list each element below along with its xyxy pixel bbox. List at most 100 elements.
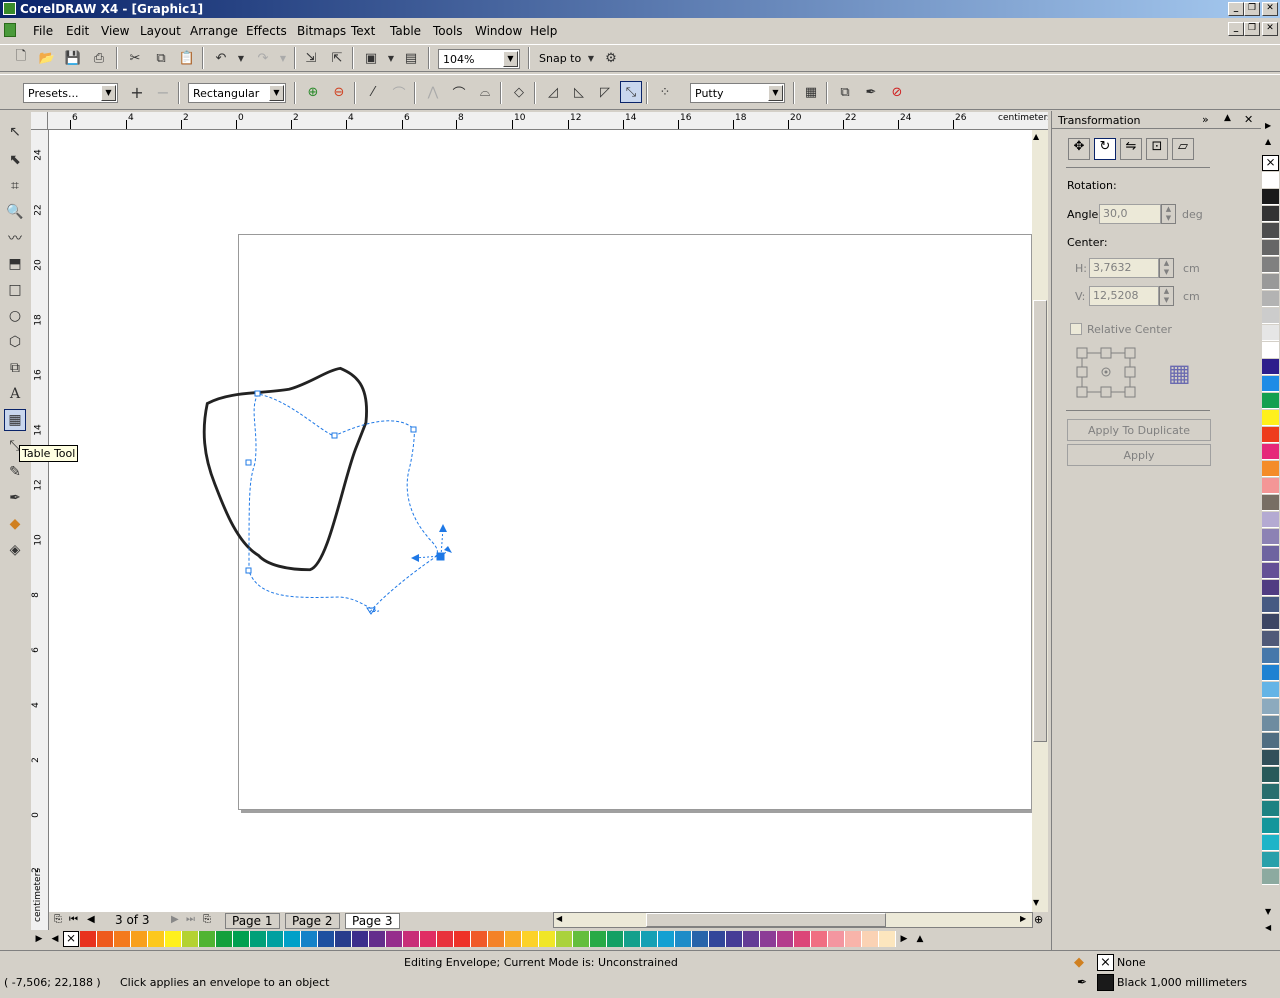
- zoom-levels-combo[interactable]: 104% ▼: [438, 49, 520, 69]
- color-swatch[interactable]: [369, 931, 386, 947]
- paste-icon[interactable]: 📋: [176, 47, 198, 69]
- color-swatch[interactable]: [641, 931, 658, 947]
- copy-icon[interactable]: ⧉: [150, 47, 172, 69]
- no-color-swatch[interactable]: ⨯: [63, 931, 79, 947]
- color-swatch[interactable]: [1262, 495, 1279, 511]
- color-swatch[interactable]: [726, 931, 743, 947]
- menu-bitmaps[interactable]: Bitmaps: [297, 24, 346, 38]
- palette-expand-icon[interactable]: ▲: [912, 934, 928, 944]
- scroll-left-icon[interactable]: ◀: [556, 914, 562, 923]
- anchor-grid[interactable]: [1074, 347, 1138, 399]
- color-swatch[interactable]: [539, 931, 556, 947]
- doc-close-button[interactable]: ✕: [1262, 22, 1278, 36]
- import-icon[interactable]: ⇲: [300, 47, 322, 69]
- menu-layout[interactable]: Layout: [140, 24, 181, 38]
- color-swatch[interactable]: [216, 931, 233, 947]
- delete-nodes-icon[interactable]: ⊖: [328, 81, 350, 103]
- color-swatch[interactable]: [148, 931, 165, 947]
- color-swatch[interactable]: [1262, 750, 1279, 766]
- color-swatch[interactable]: [1262, 189, 1279, 205]
- keep-lines-icon[interactable]: ▦: [800, 81, 822, 103]
- menu-arrange[interactable]: Arrange: [190, 24, 238, 38]
- color-swatch[interactable]: [352, 931, 369, 947]
- menu-window[interactable]: Window: [475, 24, 522, 38]
- palette-scroll-up-icon[interactable]: ▲: [1265, 137, 1271, 146]
- color-swatch[interactable]: [301, 931, 318, 947]
- color-swatch[interactable]: [1262, 291, 1279, 307]
- tab-page-1[interactable]: Page 1: [225, 913, 280, 929]
- palette-scroll-down-icon[interactable]: ▼: [1265, 907, 1271, 916]
- close-docker-icon[interactable]: ✕: [1244, 113, 1253, 126]
- menu-text[interactable]: Text: [351, 24, 375, 38]
- rectangle-tool-icon[interactable]: □: [4, 279, 26, 301]
- undo-icon[interactable]: ↶: [210, 47, 232, 69]
- add-nodes-icon[interactable]: ⊕: [302, 81, 324, 103]
- new-icon[interactable]: 🗋: [10, 47, 32, 69]
- color-swatch[interactable]: [250, 931, 267, 947]
- color-swatch[interactable]: [1262, 478, 1279, 494]
- add-page-before-icon[interactable]: ⎘: [54, 914, 62, 925]
- zoom-tool-icon[interactable]: 🔍: [4, 201, 26, 223]
- color-swatch[interactable]: [80, 931, 97, 947]
- color-swatch[interactable]: [1262, 427, 1279, 443]
- tab-page-2[interactable]: Page 2: [285, 913, 340, 929]
- palette-menu-icon[interactable]: ▶: [31, 934, 47, 944]
- cut-icon[interactable]: ✂: [124, 47, 146, 69]
- center-v-input[interactable]: 12,5208: [1089, 286, 1159, 306]
- center-h-input[interactable]: 3,7632: [1089, 258, 1159, 278]
- mapping-mode-combo[interactable]: Putty ▼: [690, 83, 785, 103]
- apply-to-duplicate-button[interactable]: Apply To Duplicate: [1067, 419, 1211, 441]
- add-preset-icon[interactable]: +: [126, 81, 148, 103]
- color-swatch[interactable]: [420, 931, 437, 947]
- outline-tool-icon[interactable]: ✒: [4, 487, 26, 509]
- horizontal-scrollbar[interactable]: ◀ ▶: [553, 912, 1033, 928]
- position-tab-icon[interactable]: ✥: [1068, 138, 1090, 160]
- vertical-scrollbar[interactable]: ▲ ▼: [1032, 130, 1048, 912]
- envelope-straight-line-icon[interactable]: ◇: [508, 81, 530, 103]
- color-swatch[interactable]: [1262, 614, 1279, 630]
- next-page-icon[interactable]: ▶: [171, 914, 179, 925]
- envelope-double-arc-icon[interactable]: ◺: [568, 81, 590, 103]
- color-swatch[interactable]: [1262, 665, 1279, 681]
- smooth-node-icon[interactable]: ⌒: [448, 81, 470, 103]
- scale-mirror-tab-icon[interactable]: ⇋: [1120, 138, 1142, 160]
- redo-dropdown-icon[interactable]: ▼: [272, 47, 294, 69]
- color-swatch[interactable]: [760, 931, 777, 947]
- color-swatch[interactable]: [1262, 784, 1279, 800]
- print-icon[interactable]: ⎙: [88, 47, 110, 69]
- crop-tool-icon[interactable]: ⌗: [4, 175, 26, 197]
- export-icon[interactable]: ⇱: [326, 47, 348, 69]
- no-color-swatch[interactable]: ⨯: [1262, 155, 1279, 171]
- ruler-origin[interactable]: [31, 112, 48, 130]
- symmetrical-node-icon[interactable]: ⌓: [474, 81, 496, 103]
- prev-page-icon[interactable]: ◀: [87, 914, 95, 925]
- polygon-tool-icon[interactable]: ⬡: [4, 331, 26, 353]
- color-swatch[interactable]: [862, 931, 879, 947]
- text-tool-icon[interactable]: A: [4, 383, 26, 405]
- palette-scroll-left-icon[interactable]: ◀: [47, 934, 63, 944]
- color-swatch[interactable]: [1262, 580, 1279, 596]
- freehand-tool-icon[interactable]: 〰: [4, 227, 26, 249]
- vertical-ruler[interactable]: 24 22 20 18 16 14 12 10 8 6 4 2 0 2 centimeters: [31, 130, 49, 930]
- first-page-icon[interactable]: ⏮: [69, 914, 78, 925]
- fill-tool-icon[interactable]: ◆: [4, 513, 26, 535]
- color-swatch[interactable]: [488, 931, 505, 947]
- color-swatch[interactable]: [1262, 274, 1279, 290]
- last-page-icon[interactable]: ⏭: [186, 914, 195, 925]
- open-icon[interactable]: 📂: [36, 47, 58, 69]
- color-swatch[interactable]: [267, 931, 284, 947]
- chevron-down-icon[interactable]: ▼: [269, 85, 284, 101]
- angle-input[interactable]: 30,0: [1099, 204, 1161, 224]
- color-swatch[interactable]: [556, 931, 573, 947]
- color-swatch[interactable]: [1262, 801, 1279, 817]
- color-swatch[interactable]: [1262, 648, 1279, 664]
- color-swatch[interactable]: [1262, 631, 1279, 647]
- options-icon[interactable]: ⚙: [600, 47, 622, 69]
- basic-shapes-tool-icon[interactable]: ⧉: [4, 357, 26, 379]
- color-swatch[interactable]: [1262, 818, 1279, 834]
- menu-edit[interactable]: Edit: [66, 24, 89, 38]
- horizontal-scroll-thumb[interactable]: [646, 913, 886, 927]
- palette-expand-icon[interactable]: ◀: [1265, 923, 1271, 932]
- color-swatch[interactable]: [845, 931, 862, 947]
- color-swatch[interactable]: [1262, 563, 1279, 579]
